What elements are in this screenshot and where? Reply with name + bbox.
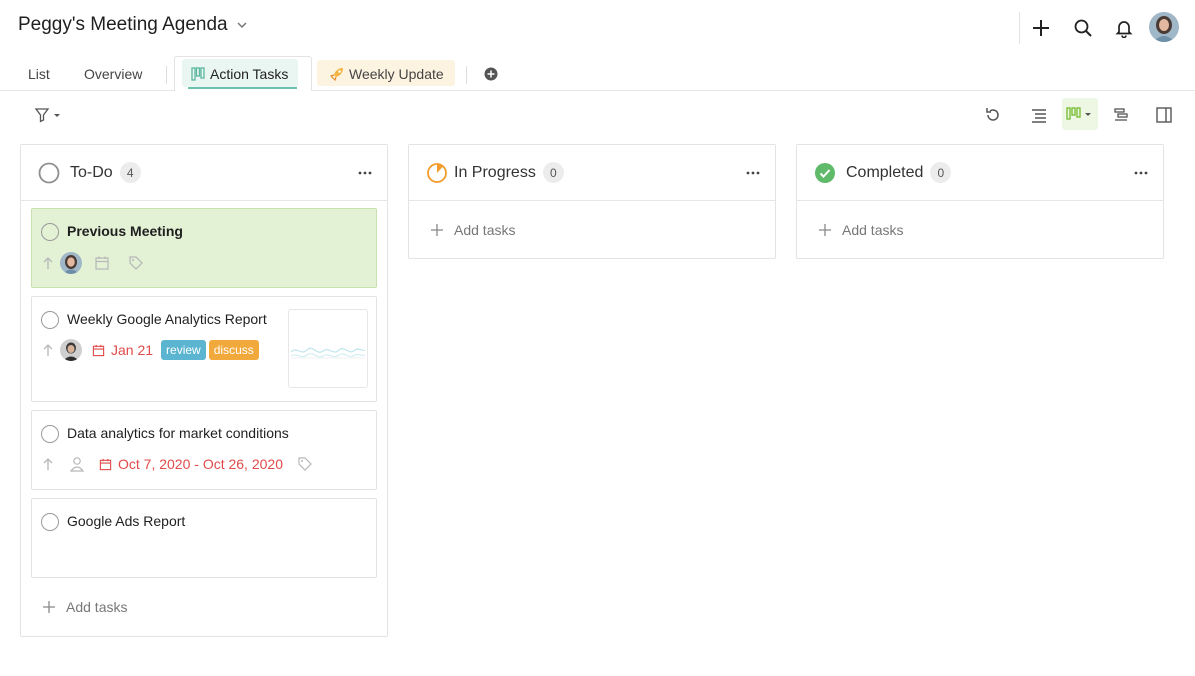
- check-circle-icon: [815, 162, 835, 183]
- circle-empty-icon: [38, 162, 60, 183]
- board-view-icon[interactable]: [1062, 98, 1098, 130]
- tab-label: Weekly Update: [349, 65, 444, 82]
- column-header: To-Do 4: [21, 145, 387, 201]
- task-title: Previous Meeting: [67, 223, 183, 239]
- column-title: Completed: [846, 163, 924, 181]
- add-tasks-label: Add tasks: [454, 222, 516, 238]
- user-icon[interactable]: [69, 456, 85, 472]
- tab-overview[interactable]: Overview: [84, 56, 142, 91]
- priority-arrow-icon[interactable]: [41, 343, 55, 357]
- more-options-icon[interactable]: [357, 165, 373, 181]
- gantt-view-icon[interactable]: [1108, 102, 1134, 128]
- tag-icon[interactable]: [128, 255, 144, 271]
- add-tasks-label: Add tasks: [842, 222, 904, 238]
- chevron-down-icon[interactable]: [236, 19, 248, 31]
- undo-icon[interactable]: [980, 102, 1006, 128]
- filter-icon[interactable]: [31, 102, 65, 128]
- more-options-icon[interactable]: [745, 165, 761, 181]
- assignee-avatar[interactable]: [60, 252, 82, 274]
- tab-label: Overview: [84, 65, 143, 82]
- side-panel-icon[interactable]: [1151, 102, 1177, 128]
- tab-divider: [166, 66, 167, 84]
- bell-icon[interactable]: [1112, 16, 1136, 40]
- task-count-badge: 0: [930, 162, 952, 183]
- attachment-thumbnail[interactable]: [288, 309, 368, 388]
- task-meta: Jan 21 review discuss: [41, 339, 259, 361]
- assignee-avatar[interactable]: [60, 339, 82, 361]
- tab-label: List: [28, 65, 50, 82]
- plus-icon: [43, 601, 55, 613]
- page-title[interactable]: Peggy's Meeting Agenda: [18, 14, 248, 36]
- task-card[interactable]: Google Ads Report: [31, 498, 377, 578]
- active-tab-underline: [188, 87, 297, 89]
- tab-action-tasks[interactable]: Action Tasks: [191, 56, 288, 91]
- add-tasks-button[interactable]: Add tasks: [797, 201, 1163, 259]
- header: Peggy's Meeting Agenda: [0, 0, 1195, 56]
- due-date[interactable]: Oct 7, 2020 - Oct 26, 2020: [99, 456, 283, 472]
- task-checkbox[interactable]: [41, 513, 59, 531]
- user-avatar[interactable]: [1149, 12, 1179, 42]
- tab-divider: [466, 66, 467, 84]
- task-title: Data analytics for market conditions: [67, 425, 289, 441]
- column-header: In Progress 0: [409, 145, 775, 201]
- progress-icon: [427, 162, 447, 183]
- tag-review[interactable]: review: [161, 340, 206, 360]
- calendar-icon[interactable]: [94, 255, 110, 271]
- tab-weekly-update[interactable]: Weekly Update: [330, 56, 444, 91]
- header-divider: [1019, 12, 1020, 44]
- board-icon: [191, 66, 205, 81]
- priority-arrow-icon[interactable]: [41, 457, 55, 471]
- add-tasks-button[interactable]: Add tasks: [409, 201, 775, 259]
- calendar-icon: [99, 458, 112, 470]
- tab-list[interactable]: List: [28, 56, 50, 91]
- task-card[interactable]: Data analytics for market conditions Oct…: [31, 410, 377, 490]
- task-checkbox[interactable]: [41, 223, 59, 241]
- add-tasks-label: Add tasks: [66, 599, 128, 615]
- due-date-text: Jan 21: [111, 342, 154, 358]
- task-checkbox[interactable]: [41, 311, 59, 329]
- toolbar: [0, 92, 1195, 136]
- task-count-badge: 4: [119, 162, 141, 183]
- search-icon[interactable]: [1071, 16, 1095, 40]
- task-title: Google Ads Report: [67, 513, 186, 529]
- column-header: Completed 0: [797, 145, 1163, 201]
- plus-icon: [431, 224, 443, 236]
- rocket-icon: [330, 67, 343, 81]
- tab-label: Action Tasks: [210, 65, 289, 82]
- priority-arrow-icon[interactable]: [41, 256, 55, 270]
- page-title-text: Peggy's Meeting Agenda: [18, 14, 228, 35]
- column-completed: Completed 0 Add tasks: [796, 144, 1164, 259]
- column-to-do: To-Do 4 Previous Meeting Weekly Google A…: [20, 144, 388, 637]
- list-view-icon[interactable]: [1026, 102, 1052, 128]
- task-card[interactable]: Weekly Google Analytics Report Jan 21 re…: [31, 296, 377, 402]
- add-icon[interactable]: [1029, 16, 1053, 40]
- task-count-badge: 0: [542, 162, 564, 183]
- column-title: To-Do: [70, 163, 113, 181]
- calendar-icon: [92, 344, 105, 356]
- more-options-icon[interactable]: [1133, 165, 1149, 181]
- task-meta: Oct 7, 2020 - Oct 26, 2020: [41, 456, 313, 472]
- tag-icon[interactable]: [297, 456, 313, 472]
- column-title: In Progress: [454, 163, 536, 181]
- plus-icon: [819, 224, 831, 236]
- task-meta: [41, 252, 144, 274]
- add-tab-icon[interactable]: [484, 56, 498, 91]
- chart-thumbnail-image: [290, 347, 366, 359]
- add-tasks-button[interactable]: Add tasks: [21, 578, 387, 636]
- task-title: Weekly Google Analytics Report: [67, 311, 267, 327]
- task-card[interactable]: Previous Meeting: [31, 208, 377, 288]
- tab-bar: List Overview Action Tasks Weekly Update: [0, 56, 1195, 91]
- due-date[interactable]: Jan 21: [92, 342, 153, 358]
- tag-discuss[interactable]: discuss: [208, 340, 259, 360]
- due-date-text: Oct 7, 2020 - Oct 26, 2020: [118, 456, 283, 472]
- task-checkbox[interactable]: [41, 425, 59, 443]
- column-in-progress: In Progress 0 Add tasks: [408, 144, 776, 259]
